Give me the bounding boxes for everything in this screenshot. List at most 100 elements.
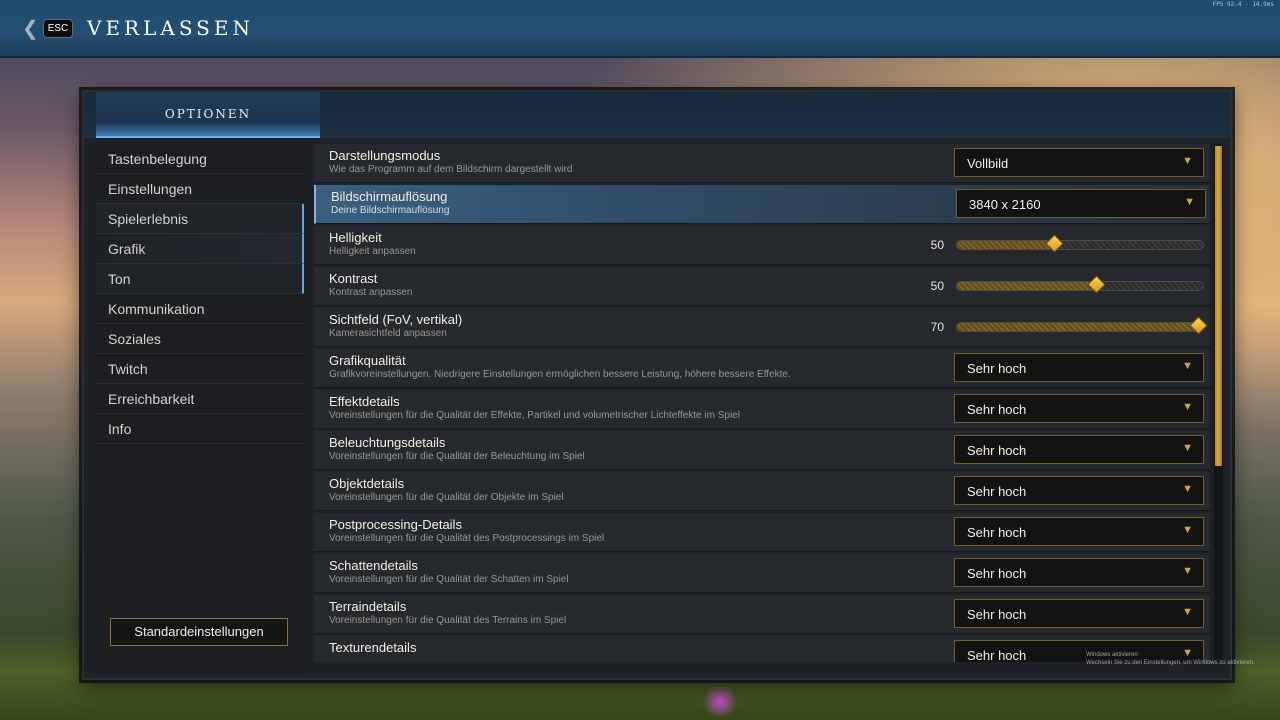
setting-row-resolution[interactable]: Bildschirmauflösung Deine Bildschirmaufl… xyxy=(314,185,1210,224)
setting-row-display-mode[interactable]: Darstellungsmodus Wie das Programm auf d… xyxy=(314,144,1210,183)
dropdown-value: 3840 x 2160 xyxy=(969,197,1041,212)
dropdown-value: Sehr hoch xyxy=(967,607,1027,622)
fps-counter: FPS 92.4 · 14.9ms xyxy=(1212,1,1274,8)
setting-row-brightness[interactable]: Helligkeit Helligkeit anpassen 50 xyxy=(314,226,1210,265)
graphics-quality-dropdown[interactable]: Sehr hoch ▼ xyxy=(954,353,1204,382)
setting-description: Voreinstellungen für die Qualität der Be… xyxy=(329,451,585,462)
background-flower xyxy=(700,686,740,716)
terrain-details-dropdown[interactable]: Sehr hoch ▼ xyxy=(954,599,1204,628)
setting-title: Schattendetails xyxy=(329,558,418,573)
setting-row-object-details[interactable]: Objektdetails Voreinstellungen für die Q… xyxy=(314,472,1210,511)
setting-description: Voreinstellungen für die Qualität des Po… xyxy=(329,533,605,544)
watermark-line-1: Windows aktivieren xyxy=(1086,652,1138,658)
dropdown-arrow-icon: ▼ xyxy=(1182,360,1193,372)
setting-title: Kontrast xyxy=(329,271,378,286)
setting-title: Terraindetails xyxy=(329,599,407,614)
setting-description: Voreinstellungen für die Qualität der Ob… xyxy=(329,492,564,503)
dropdown-arrow-icon: ▼ xyxy=(1184,196,1195,208)
restore-defaults-button[interactable]: Standardeinstellungen xyxy=(110,618,288,646)
setting-title: Postprocessing-Details xyxy=(329,517,462,532)
setting-title: Darstellungsmodus xyxy=(329,148,441,163)
sidebar-item-soziales[interactable]: Soziales xyxy=(96,324,304,354)
settings-scrollbar[interactable] xyxy=(1214,144,1223,662)
options-panel: OPTIONEN Tastenbelegung Einstellungen Sp… xyxy=(82,90,1232,680)
sidebar-item-grafik[interactable]: Grafik xyxy=(96,234,304,264)
brightness-slider-track[interactable] xyxy=(956,240,1204,250)
dropdown-value: Sehr hoch xyxy=(967,443,1027,458)
dropdown-arrow-icon: ▼ xyxy=(1182,401,1193,413)
setting-description: Voreinstellungen für die Qualität der Sc… xyxy=(329,574,569,585)
dropdown-value: Sehr hoch xyxy=(967,566,1027,581)
dropdown-value: Vollbild xyxy=(967,156,1009,171)
setting-description: Deine Bildschirmauflösung xyxy=(331,205,450,216)
exit-title[interactable]: VERLASSEN xyxy=(87,16,254,40)
effect-details-dropdown[interactable]: Sehr hoch ▼ xyxy=(954,394,1204,423)
setting-row-shadow-details[interactable]: Schattendetails Voreinstellungen für die… xyxy=(314,554,1210,593)
dropdown-value: Sehr hoch xyxy=(967,484,1027,499)
setting-description: Kontrast anpassen xyxy=(329,287,413,298)
slider-fill xyxy=(957,323,1199,331)
slider-value: 50 xyxy=(930,238,944,252)
panel-header: OPTIONEN xyxy=(84,92,1230,138)
dropdown-value: Sehr hoch xyxy=(967,402,1027,417)
setting-title: Sichtfeld (FoV, vertikal) xyxy=(329,312,463,327)
setting-title: Helligkeit xyxy=(329,230,382,245)
setting-title: Effektdetails xyxy=(329,394,400,409)
setting-row-graphics-quality[interactable]: Grafikqualität Grafikvoreinstellungen. N… xyxy=(314,349,1210,388)
watermark-line-2: Wechseln Sie zu den Einstellungen, um Wi… xyxy=(1086,660,1255,666)
postprocessing-details-dropdown[interactable]: Sehr hoch ▼ xyxy=(954,517,1204,546)
lighting-details-dropdown[interactable]: Sehr hoch ▼ xyxy=(954,435,1204,464)
sidebar-item-ton[interactable]: Ton xyxy=(96,264,304,294)
setting-description: Wie das Programm auf dem Bildschirm darg… xyxy=(329,164,573,175)
dropdown-arrow-icon: ▼ xyxy=(1182,606,1193,618)
setting-description: Kamerasichtfeld anpassen xyxy=(329,328,447,339)
chevron-left-icon[interactable]: ❮ xyxy=(22,18,40,40)
setting-description: Voreinstellungen für die Qualität des Te… xyxy=(329,615,567,626)
dropdown-value: Sehr hoch xyxy=(967,648,1027,662)
sidebar-item-twitch[interactable]: Twitch xyxy=(96,354,304,384)
setting-description: Grafikvoreinstellungen. Niedrigere Einst… xyxy=(329,369,791,380)
setting-row-contrast[interactable]: Kontrast Kontrast anpassen 50 xyxy=(314,267,1210,306)
object-details-dropdown[interactable]: Sehr hoch ▼ xyxy=(954,476,1204,505)
slider-fill xyxy=(957,282,1098,290)
slider-value: 50 xyxy=(930,279,944,293)
display-mode-dropdown[interactable]: Vollbild ▼ xyxy=(954,148,1204,177)
setting-row-texture-details[interactable]: Texturendetails Sehr hoch ▼ xyxy=(314,636,1210,662)
setting-title: Grafikqualität xyxy=(329,353,406,368)
setting-row-fov[interactable]: Sichtfeld (FoV, vertikal) Kamerasichtfel… xyxy=(314,308,1210,347)
setting-title: Texturendetails xyxy=(329,640,417,655)
top-bar: ❮ ESC VERLASSEN FPS 92.4 · 14.9ms xyxy=(0,0,1280,58)
dropdown-value: Sehr hoch xyxy=(967,361,1027,376)
tab-options-label: OPTIONEN xyxy=(164,107,252,121)
scrollbar-thumb[interactable] xyxy=(1215,146,1222,466)
dropdown-arrow-icon: ▼ xyxy=(1182,483,1193,495)
setting-row-lighting-details[interactable]: Beleuchtungsdetails Voreinstellungen für… xyxy=(314,431,1210,470)
slider-fill xyxy=(957,241,1056,249)
dropdown-value: Sehr hoch xyxy=(967,525,1027,540)
setting-row-postprocessing-details[interactable]: Postprocessing-Details Voreinstellungen … xyxy=(314,513,1210,552)
slider-value: 70 xyxy=(930,320,944,334)
sidebar: Tastenbelegung Einstellungen Spielerlebn… xyxy=(96,144,304,674)
setting-title: Bildschirmauflösung xyxy=(331,189,448,204)
setting-description: Voreinstellungen für die Qualität der Ef… xyxy=(329,410,740,421)
tab-options[interactable]: OPTIONEN xyxy=(96,92,320,138)
sidebar-item-kommunikation[interactable]: Kommunikation xyxy=(96,294,304,324)
setting-row-effect-details[interactable]: Effektdetails Voreinstellungen für die Q… xyxy=(314,390,1210,429)
sidebar-item-erreichbarkeit[interactable]: Erreichbarkeit xyxy=(96,384,304,414)
sidebar-item-einstellungen[interactable]: Einstellungen xyxy=(96,174,304,204)
contrast-slider-track[interactable] xyxy=(956,281,1204,291)
sidebar-item-tastenbelegung[interactable]: Tastenbelegung xyxy=(96,144,304,174)
setting-title: Beleuchtungsdetails xyxy=(329,435,446,450)
dropdown-arrow-icon: ▼ xyxy=(1182,442,1193,454)
windows-activation-watermark: Windows aktivieren Wechseln Sie zu den E… xyxy=(1086,651,1256,667)
fov-slider-track[interactable] xyxy=(956,322,1204,332)
setting-description: Helligkeit anpassen xyxy=(329,246,416,257)
resolution-dropdown[interactable]: 3840 x 2160 ▼ xyxy=(956,189,1206,218)
sidebar-item-spielerlebnis[interactable]: Spielerlebnis xyxy=(96,204,304,234)
shadow-details-dropdown[interactable]: Sehr hoch ▼ xyxy=(954,558,1204,587)
dropdown-arrow-icon: ▼ xyxy=(1182,155,1193,167)
sidebar-item-info[interactable]: Info xyxy=(96,414,304,444)
setting-title: Objektdetails xyxy=(329,476,405,491)
setting-row-terrain-details[interactable]: Terraindetails Voreinstellungen für die … xyxy=(314,595,1210,634)
esc-key-badge[interactable]: ESC xyxy=(43,19,73,38)
